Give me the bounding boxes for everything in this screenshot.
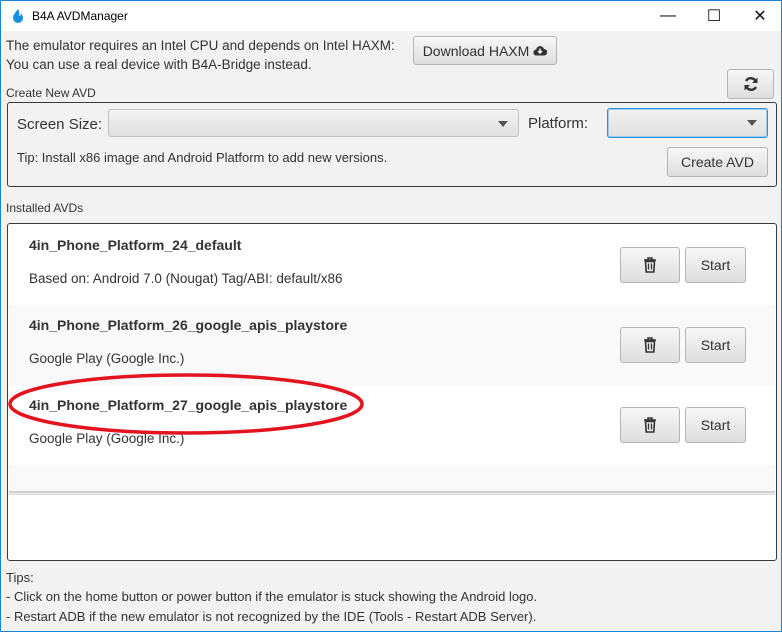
refresh-button[interactable] [727, 69, 774, 99]
screen-size-dropdown[interactable] [108, 109, 519, 137]
close-button[interactable]: ✕ [737, 1, 782, 31]
create-new-avd-label: Create New AVD [6, 86, 96, 100]
start-avd-button[interactable]: Start [685, 327, 746, 363]
list-divider[interactable] [9, 491, 775, 495]
create-tip-text: Tip: Install x86 image and Android Platf… [17, 150, 388, 165]
tip-line-2: - Restart ADB if the new emulator is not… [6, 609, 537, 624]
tips-title: Tips: [6, 570, 34, 585]
delete-avd-button[interactable] [620, 247, 680, 283]
trash-icon [644, 417, 656, 433]
chevron-down-icon [747, 120, 757, 126]
start-avd-button[interactable]: Start [685, 247, 746, 283]
title-bar: B4A AVDManager — ☐ ✕ [1, 1, 781, 31]
delete-avd-button[interactable] [620, 407, 680, 443]
empty-list-row [9, 465, 775, 491]
minimize-button[interactable]: — [645, 1, 691, 31]
platform-label: Platform: [528, 115, 589, 132]
installed-avds-label: Installed AVDs [6, 201, 84, 215]
maximize-button[interactable]: ☐ [691, 1, 737, 31]
trash-icon [644, 337, 656, 353]
cpu-requirement-text: The emulator requires an Intel CPU and d… [6, 38, 395, 53]
avd-list-item[interactable]: 4in_Phone_Platform_24_default Based on: … [9, 225, 775, 305]
download-haxm-label: Download HAXM [422, 42, 530, 59]
tip-line-1: - Click on the home button or power butt… [6, 589, 538, 604]
chevron-down-icon [498, 121, 508, 127]
refresh-icon [744, 77, 757, 91]
red-annotation-ellipse [8, 373, 364, 435]
screen-size-label: Screen Size: [17, 116, 103, 133]
platform-dropdown[interactable] [607, 108, 768, 138]
download-haxm-button[interactable]: Download HAXM [413, 36, 557, 65]
bridge-hint-text: You can use a real device with B4A-Bridg… [6, 57, 312, 72]
avd-description: Based on: Android 7.0 (Nougat) Tag/ABI: … [29, 271, 343, 286]
avd-name: 4in_Phone_Platform_26_google_apis_playst… [29, 317, 348, 333]
avd-name: 4in_Phone_Platform_24_default [29, 237, 242, 253]
b4a-logo-icon [13, 9, 23, 23]
trash-icon [644, 257, 656, 273]
delete-avd-button[interactable] [620, 327, 680, 363]
cloud-download-icon [533, 46, 548, 56]
create-avd-panel: Screen Size: Platform: Tip: Install x86 … [7, 102, 777, 187]
window-title: B4A AVDManager [32, 9, 128, 23]
avd-description: Google Play (Google Inc.) [29, 351, 185, 366]
start-avd-button[interactable]: Start [685, 407, 746, 443]
create-avd-button[interactable]: Create AVD [667, 147, 768, 177]
avd-manager-window: B4A AVDManager — ☐ ✕ The emulator requir… [0, 0, 782, 632]
